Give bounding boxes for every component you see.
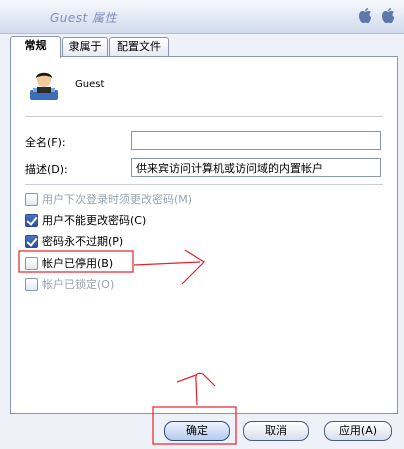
apple-menu-icon[interactable] [357,7,373,25]
checkbox-box[interactable] [25,234,38,248]
description-input[interactable]: 供来宾访问计算机或访问域的内置帐户 [131,158,381,177]
tab-member-of[interactable]: 隶属于 [62,37,108,56]
checkbox-box[interactable] [25,213,38,227]
title-bar: Guest 属性 [0,0,404,34]
cancel-button[interactable]: 取消 [243,421,309,441]
checkbox-account-locked[interactable]: 帐户已锁定(O) [25,276,114,292]
divider [25,184,383,185]
checkbox-box[interactable] [25,192,38,206]
username-label: Guest [75,79,105,90]
tab-general[interactable]: 常规 [10,36,61,58]
checkbox-must-change-password[interactable]: 用户下次登录时须更改密码(M) [25,191,192,207]
window-title: Guest 属性 [50,11,118,25]
checkbox-cannot-change-password[interactable]: 用户不能更改密码(C) [25,212,146,228]
divider [25,116,383,117]
fullname-input[interactable] [131,131,381,150]
checkbox-account-disabled[interactable]: 帐户已停用(B) [25,255,113,271]
checkbox-label: 密码永不过期(P) [42,235,124,248]
checkbox-label: 用户下次登录时须更改密码(M) [42,193,193,206]
checkbox-box[interactable] [25,277,38,291]
checkbox-box[interactable] [25,256,38,270]
checkbox-label: 帐户已锁定(O) [42,278,115,291]
apple-close-icon[interactable] [380,7,396,25]
checkbox-label: 用户不能更改密码(C) [42,214,147,227]
ok-button[interactable]: 确定 [164,421,230,441]
user-account-icon [30,72,58,100]
fullname-label: 全名(F): [25,136,66,149]
checkbox-password-never-expires[interactable]: 密码永不过期(P) [25,233,123,249]
checkbox-label: 帐户已停用(B) [42,257,114,270]
description-label: 描述(D): [25,163,68,176]
tab-profile[interactable]: 配置文件 [109,37,169,56]
general-panel: Guest 全名(F): 描述(D): 供来宾访问计算机或访问域的内置帐户 用户… [10,56,398,414]
apply-button[interactable]: 应用(A) [324,421,392,441]
